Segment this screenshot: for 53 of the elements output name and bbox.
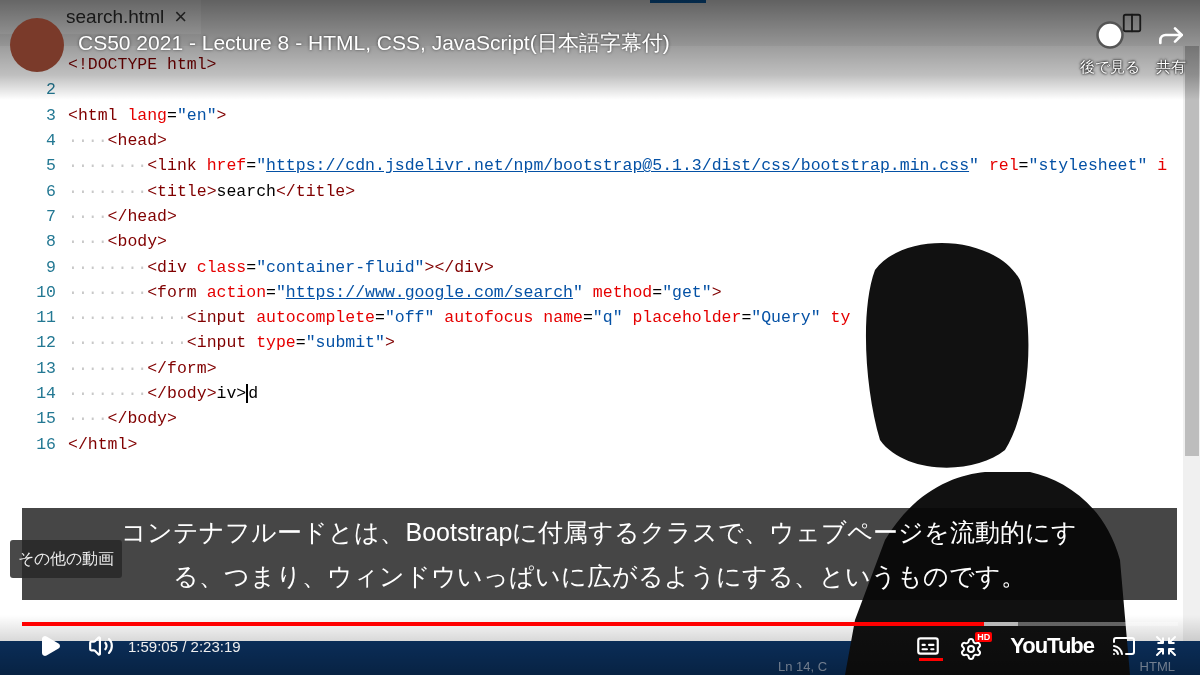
code-line: ········<link href="https://cdn.jsdelivr.net/npm/bootstrap@5.1.3/dist/css/bootstrap.min.css" rel="stylesheet" i <box>68 156 1168 176</box>
cursor-position: Ln 14, C <box>778 660 828 674</box>
active-indicator <box>650 0 706 3</box>
line-number: 5 <box>45 156 57 176</box>
progress-bar[interactable] <box>22 622 1178 626</box>
line-number: 12 <box>35 333 57 353</box>
line-number: 13 <box>35 358 57 378</box>
line-number: 3 <box>45 105 57 125</box>
line-number: 15 <box>35 409 57 429</box>
code-line: <!DOCTYPE html> <box>68 55 217 75</box>
time-display: 1:59:05 / 2:23:19 <box>128 637 241 655</box>
code-line: ········<form action="https://www.google.com/search" method="get"> <box>68 282 722 302</box>
more-videos-button[interactable]: その他の動画 <box>10 540 122 578</box>
youtube-logo[interactable]: YouTube <box>1010 633 1094 659</box>
video-title[interactable]: CS50 2021 - Lecture 8 - HTML, CSS, JavaScript(日本語字幕付) <box>78 32 670 54</box>
line-number: 2 <box>45 80 57 100</box>
settings-button[interactable]: HD <box>959 631 993 661</box>
hd-badge: HD <box>975 631 993 642</box>
code-line: ············<input type="submit"> <box>68 333 395 353</box>
caption-text: コンテナフルードとは、Bootstrapに付属するクラスで、ウェブページを流動的にす <box>121 517 1078 548</box>
split-editor-icon[interactable] <box>1121 12 1143 34</box>
line-number: 6 <box>45 181 57 201</box>
tab-label: search.html <box>66 6 165 28</box>
watch-later-button[interactable]: 後で見る <box>1080 18 1140 77</box>
code-line: ········</body>iv>d <box>68 383 259 404</box>
line-number: 16 <box>35 434 57 454</box>
code-line: ····<body> <box>68 232 168 252</box>
close-tab-button[interactable]: × <box>174 4 188 30</box>
line-number: 4 <box>45 131 57 151</box>
cast-button[interactable] <box>1112 634 1136 658</box>
code-line: ········<div class="container-fluid"></div> <box>68 257 494 277</box>
code-line: ········<title>search</title> <box>68 181 356 201</box>
code-line: ····<head> <box>68 131 168 151</box>
editor-tab[interactable]: search.html × <box>0 0 202 34</box>
line-number: 11 <box>35 308 57 328</box>
code-line: ········</form> <box>68 358 217 378</box>
language-mode[interactable]: HTML <box>1139 660 1175 674</box>
code-line: </html> <box>68 434 138 454</box>
code-line: ····</body> <box>68 409 177 429</box>
line-number: 7 <box>45 206 57 226</box>
share-button[interactable]: 共有 <box>1154 18 1188 77</box>
line-number: 14 <box>35 384 57 403</box>
volume-button[interactable] <box>88 633 114 659</box>
code-line: ····</head> <box>68 206 177 226</box>
code-line: <html lang="en"> <box>68 105 227 125</box>
exit-fullscreen-button[interactable] <box>1154 634 1178 658</box>
code-line: ············<input autocomplete="off" autofocus name="q" placeholder="Query" ty <box>68 308 851 328</box>
line-number: 9 <box>45 257 57 277</box>
text-cursor <box>246 384 249 404</box>
scrollbar-thumb[interactable] <box>1185 46 1199 456</box>
line-number: 10 <box>35 282 57 302</box>
line-number: 8 <box>45 232 57 252</box>
caption-text: る、つまり、ウィンドウいっぱいに広がるようにする、というものです。 <box>173 561 1026 592</box>
